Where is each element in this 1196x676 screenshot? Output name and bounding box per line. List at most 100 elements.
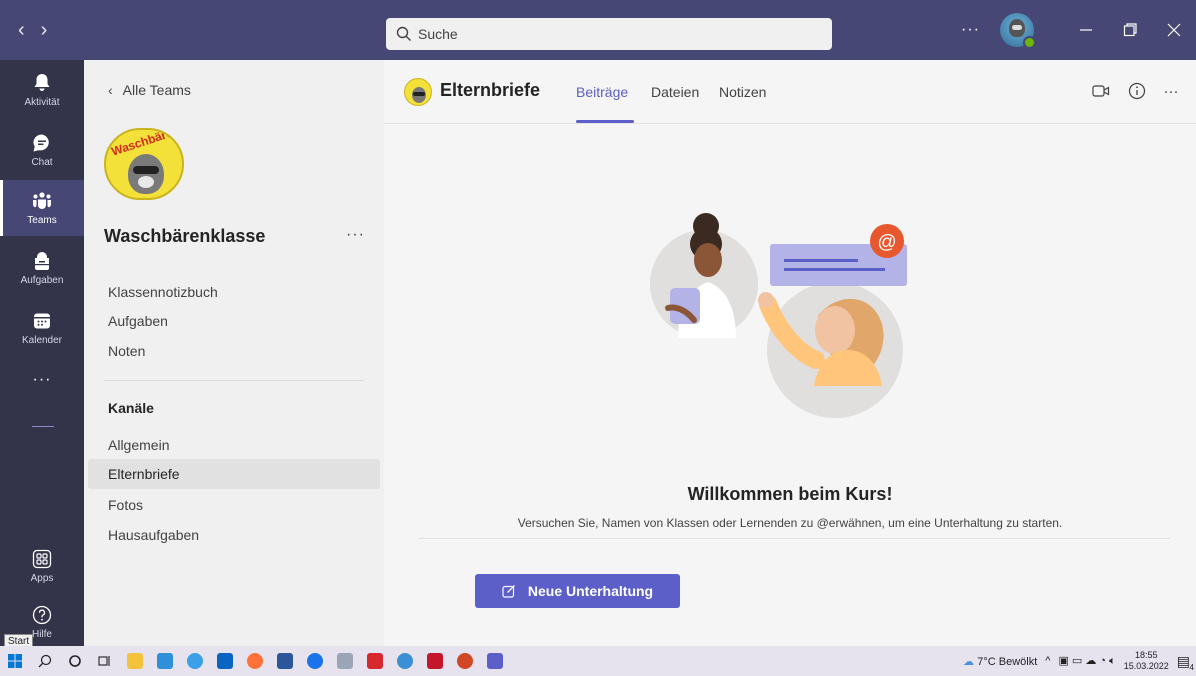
rail-item-activity[interactable]: Aktivität xyxy=(0,62,84,118)
channel-allgemein[interactable]: Allgemein xyxy=(88,430,380,460)
clock-date: 15.03.2022 xyxy=(1123,661,1169,671)
taskbar-acrobat[interactable] xyxy=(360,646,390,676)
weather-text: 7°C Bewölkt xyxy=(977,655,1038,668)
channel-team-icon xyxy=(404,78,432,106)
taskbar-edge[interactable] xyxy=(180,646,210,676)
edge-icon xyxy=(187,653,203,669)
cortana-button[interactable] xyxy=(60,646,90,676)
taskbar-file-explorer[interactable] xyxy=(120,646,150,676)
search-input[interactable] xyxy=(418,26,798,42)
start-button[interactable] xyxy=(0,646,30,676)
bell-icon xyxy=(34,74,50,91)
tray-icons[interactable]: ▣ ▭ ☁ ◔ 🔈︎ xyxy=(1058,654,1115,668)
welcome-illustration: @ xyxy=(650,213,907,418)
active-tab-indicator xyxy=(576,120,634,123)
rail-item-label: Apps xyxy=(30,573,54,584)
close-button[interactable] xyxy=(1152,0,1196,60)
rail-item-label: Aktivität xyxy=(24,97,60,108)
taskbar-chrome[interactable] xyxy=(300,646,330,676)
presence-available-icon xyxy=(1023,36,1036,49)
new-conversation-label: Neue Unterhaltung xyxy=(527,583,654,599)
firefox-icon xyxy=(247,653,263,669)
tab-posts[interactable]: Beiträge xyxy=(576,84,628,100)
assignments-link[interactable]: Aufgaben xyxy=(108,313,168,329)
rail-item-assignments[interactable]: Aufgaben xyxy=(0,240,84,296)
settings-more-icon[interactable]: ··· xyxy=(961,21,980,39)
rail-item-apps[interactable]: Apps xyxy=(0,538,84,594)
chevron-up-icon[interactable]: ^ xyxy=(1045,655,1050,667)
word-icon xyxy=(277,653,293,669)
minimize-icon xyxy=(1080,29,1092,31)
video-camera-icon xyxy=(1092,85,1110,97)
forward-arrow-icon[interactable]: › xyxy=(41,20,48,40)
task-view-button[interactable] xyxy=(90,646,120,676)
class-notebook-link[interactable]: Klassennotizbuch xyxy=(108,284,218,300)
cloud-icon: ☁ xyxy=(963,655,975,668)
taskbar-app-2[interactable] xyxy=(330,646,360,676)
channel-fotos[interactable]: Fotos xyxy=(88,490,380,520)
search-box[interactable] xyxy=(386,18,832,50)
raccoon-picture xyxy=(128,154,164,194)
channel-info-button[interactable] xyxy=(1126,80,1148,102)
app-icon xyxy=(157,653,173,669)
rail-divider xyxy=(32,426,54,427)
compose-icon xyxy=(502,585,515,598)
weather-widget[interactable]: ☁ 7°C Bewölkt xyxy=(963,655,1037,668)
powerpoint-icon xyxy=(457,653,473,669)
pane-divider xyxy=(104,380,364,381)
taskbar-app-1[interactable] xyxy=(150,646,180,676)
taskbar-search-button[interactable] xyxy=(30,646,60,676)
search-icon xyxy=(396,26,411,41)
minimize-button[interactable] xyxy=(1064,0,1108,60)
channel-title: Elternbriefe xyxy=(440,80,541,100)
rail-more-apps[interactable]: ··· xyxy=(0,360,84,400)
maximize-button[interactable] xyxy=(1108,0,1152,60)
windows-logo-icon xyxy=(8,654,22,668)
avatar-picture xyxy=(1009,19,1025,37)
channel-hausaufgaben[interactable]: Hausaufgaben xyxy=(88,520,380,550)
taskbar-outlook[interactable] xyxy=(210,646,240,676)
taskbar-app-3[interactable] xyxy=(390,646,420,676)
search-icon xyxy=(38,654,52,668)
meet-now-button[interactable] xyxy=(1090,80,1112,102)
tab-notes[interactable]: Notizen xyxy=(719,84,766,100)
chrome-icon xyxy=(307,653,323,669)
rail-item-label: Teams xyxy=(27,215,57,226)
user-avatar[interactable] xyxy=(1000,13,1036,49)
taskbar-teams[interactable] xyxy=(480,646,510,676)
back-arrow-icon[interactable]: ‹ xyxy=(18,20,25,40)
close-icon xyxy=(1167,23,1181,37)
taskbar-app-4[interactable] xyxy=(420,646,450,676)
taskbar-powerpoint[interactable] xyxy=(450,646,480,676)
channel-more-icon[interactable]: ··· xyxy=(1160,80,1182,102)
info-icon xyxy=(1128,82,1146,100)
rail-item-calendar[interactable]: Kalender xyxy=(0,300,84,356)
restore-icon xyxy=(1123,23,1137,37)
assignments-icon xyxy=(35,252,49,270)
channel-elternbriefe[interactable]: Elternbriefe xyxy=(88,459,380,489)
notification-center-button[interactable]: ▤ 4 xyxy=(1177,653,1194,672)
taskbar-firefox[interactable] xyxy=(240,646,270,676)
clock[interactable]: 18:55 15.03.2022 xyxy=(1124,650,1169,672)
grades-link[interactable]: Noten xyxy=(108,343,145,359)
welcome-subtitle: Versuchen Sie, Namen von Klassen oder Le… xyxy=(517,516,1063,530)
compose-divider xyxy=(418,538,1170,539)
rail-item-chat[interactable]: Chat xyxy=(0,122,84,178)
channel-main: Elternbriefe Beiträge Dateien Notizen ··… xyxy=(384,60,1196,646)
channels-heading: Kanäle xyxy=(108,400,154,416)
taskbar-word[interactable] xyxy=(270,646,300,676)
team-pane: ‹ Alle Teams Waschbären Waschbärenklasse… xyxy=(84,60,384,646)
notification-count: 4 xyxy=(1189,662,1194,672)
new-conversation-button[interactable]: Neue Unterhaltung xyxy=(475,574,680,608)
chat-icon xyxy=(33,134,49,152)
rail-item-teams[interactable]: Teams xyxy=(0,180,84,236)
apps-icon xyxy=(32,549,52,569)
app-icon xyxy=(427,653,443,669)
history-nav: ‹ › xyxy=(0,20,84,40)
team-more-icon[interactable]: ··· xyxy=(346,226,365,244)
rail-item-label: Aufgaben xyxy=(20,275,64,286)
all-teams-link[interactable]: ‹ Alle Teams xyxy=(108,82,191,98)
tab-files[interactable]: Dateien xyxy=(651,84,699,100)
app-rail: Aktivität Chat Teams Aufgaben Kalender ·… xyxy=(0,60,84,646)
team-name: Waschbärenklasse xyxy=(104,226,266,246)
